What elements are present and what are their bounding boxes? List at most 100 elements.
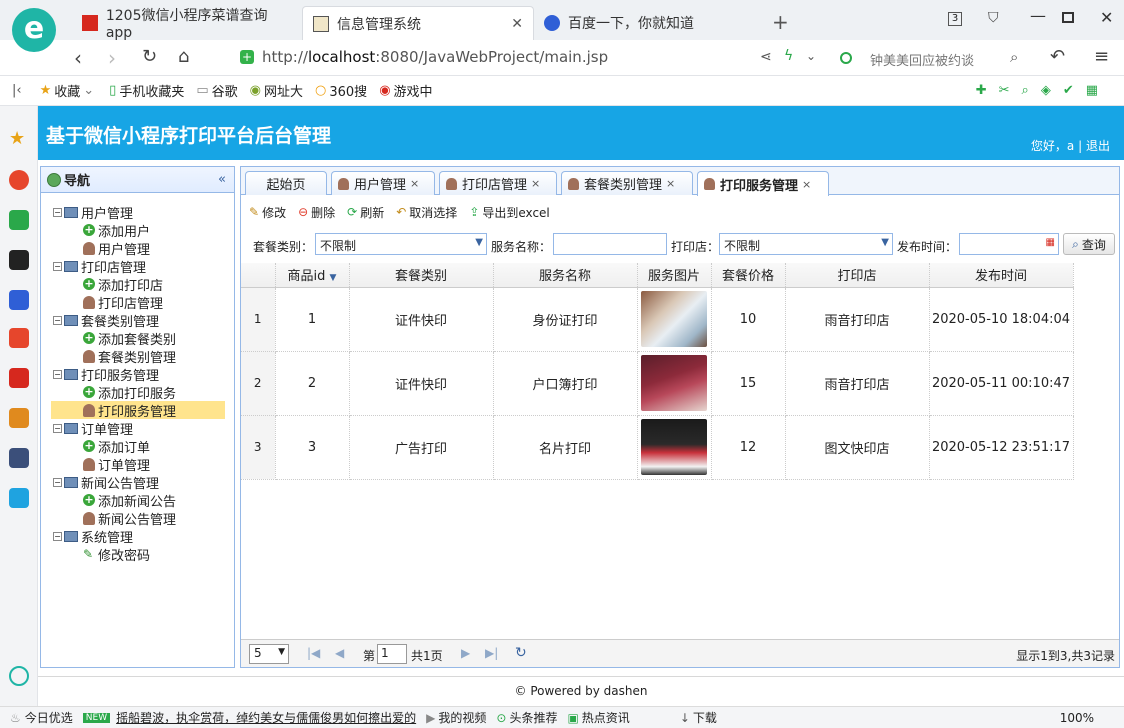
nav-group[interactable]: − 用户管理 xyxy=(53,203,133,222)
tab-users[interactable]: 用户管理 × xyxy=(331,171,435,195)
minimize-icon[interactable]: — xyxy=(1030,6,1046,25)
column-header[interactable]: 服务名称 xyxy=(493,263,638,288)
url-field[interactable]: http://localhost:8080/JavaWebProject/mai… xyxy=(262,48,608,66)
browser-logo-icon[interactable]: e xyxy=(12,8,56,52)
nav-item[interactable]: 订单管理 xyxy=(51,455,150,474)
collapse-toggle-icon[interactable]: − xyxy=(53,261,62,271)
column-header[interactable]: 发布时间 xyxy=(929,263,1074,288)
logout-link[interactable]: 退出 xyxy=(1086,139,1110,153)
nav-item[interactable]: 套餐类别管理 xyxy=(51,347,176,366)
p-app-icon[interactable] xyxy=(9,488,29,508)
page-size-select[interactable]: 5 ▼ xyxy=(249,644,289,664)
zoom-level[interactable]: 100% xyxy=(1060,711,1094,725)
name-input[interactable] xyxy=(553,233,667,255)
castle-icon[interactable] xyxy=(9,448,29,468)
nav-group[interactable]: − 打印服务管理 xyxy=(53,365,159,384)
close-icon[interactable]: × xyxy=(666,177,675,190)
news-icon[interactable] xyxy=(9,250,29,270)
nav-item[interactable]: + 添加打印服务 xyxy=(51,383,176,402)
bookmark-games[interactable]: ◉ 游戏中 xyxy=(379,81,432,100)
page-number-input[interactable]: 1 xyxy=(377,644,407,664)
undo-icon[interactable]: ↶ xyxy=(1050,46,1065,67)
novel-icon[interactable] xyxy=(9,328,29,348)
download[interactable]: ↓ 下载 xyxy=(680,709,717,726)
table-row[interactable]: 2 2 证件快印 户口簿打印 15 雨音打印店 2020-05-11 00:10… xyxy=(241,351,1074,416)
delete-button[interactable]: ⊖ 删除 xyxy=(298,204,335,221)
weibo-icon[interactable] xyxy=(9,170,29,190)
nav-item[interactable]: + 添加新闻公告 xyxy=(51,491,176,510)
tab-home[interactable]: 起始页 xyxy=(245,171,327,195)
nav-item[interactable]: ✎ 修改密码 xyxy=(51,545,150,564)
nav-group[interactable]: − 系统管理 xyxy=(53,527,133,546)
redbook-icon[interactable] xyxy=(9,368,29,388)
reload-icon[interactable]: ↻ xyxy=(515,645,527,661)
skin-icon[interactable]: ⛉ xyxy=(988,10,999,26)
tab-count-badge[interactable]: 3 xyxy=(948,12,962,26)
search-button[interactable]: ⌕ 查询 xyxy=(1063,233,1115,255)
shop-select[interactable]: 不限制 ▼ xyxy=(719,233,893,255)
forward-icon[interactable]: › xyxy=(108,46,116,70)
table-row[interactable]: 1 1 证件快印 身份证打印 10 雨音打印店 2020-05-10 18:04… xyxy=(241,287,1074,352)
nav-item[interactable]: 用户管理 xyxy=(51,239,150,258)
back-icon[interactable]: ‹ xyxy=(74,46,82,70)
tab-print-services[interactable]: 打印服务管理 × xyxy=(697,171,829,196)
time-input[interactable]: ▦ xyxy=(959,233,1059,255)
tab-categories[interactable]: 套餐类别管理 × xyxy=(561,171,693,195)
nav-group[interactable]: − 打印店管理 xyxy=(53,257,146,276)
maximize-icon[interactable] xyxy=(1062,12,1074,23)
toutiao[interactable]: ⊙ 头条推荐 xyxy=(496,709,557,726)
sidebar-toggle-icon[interactable]: |‹ xyxy=(12,83,22,98)
collapse-toggle-icon[interactable]: − xyxy=(53,423,62,433)
nav-group[interactable]: − 套餐类别管理 xyxy=(53,311,159,330)
news-label[interactable]: ♨ 今日优选 xyxy=(10,709,73,726)
bookmark-360[interactable]: ○ 360搜 xyxy=(315,81,367,100)
share-icon[interactable]: ⋖ xyxy=(760,49,772,65)
export-button[interactable]: ⇪ 导出到excel xyxy=(469,204,549,221)
nav-item[interactable]: 新闻公告管理 xyxy=(51,509,176,528)
chevron-down-icon[interactable]: ⌄ xyxy=(806,49,816,63)
refresh-button[interactable]: ⟳ 刷新 xyxy=(347,204,384,221)
nav-group[interactable]: − 新闻公告管理 xyxy=(53,473,159,492)
close-window-icon[interactable]: ✕ xyxy=(1100,8,1113,27)
plus-circle-icon[interactable] xyxy=(9,666,29,686)
column-header[interactable]: 套餐价格 xyxy=(711,263,786,288)
first-page-icon[interactable]: |◀ xyxy=(307,646,320,660)
my-video[interactable]: ▶ 我的视频 xyxy=(426,709,486,726)
game-icon[interactable] xyxy=(9,408,29,428)
browser-tab-3[interactable]: 百度一下，你就知道 xyxy=(534,6,756,40)
column-header[interactable]: 服务图片 xyxy=(637,263,712,288)
table-row[interactable]: 3 3 广告打印 名片打印 12 图文快印店 2020-05-12 23:51:… xyxy=(241,415,1074,480)
bookmark-sites[interactable]: ◉ 网址大 xyxy=(250,81,303,100)
collapse-toggle-icon[interactable]: − xyxy=(53,207,62,217)
deselect-button[interactable]: ↶ 取消选择 xyxy=(396,204,457,221)
lightning-icon[interactable]: ϟ xyxy=(784,48,793,64)
close-icon[interactable]: × xyxy=(802,178,811,191)
close-icon[interactable]: × xyxy=(531,177,540,190)
search-icon[interactable]: ⌕ xyxy=(1010,48,1018,66)
hot-news[interactable]: ▣ 热点资讯 xyxy=(567,709,629,726)
browser-tab-1[interactable]: 1205微信小程序菜谱查询app xyxy=(72,6,302,41)
collapse-toggle-icon[interactable]: − xyxy=(53,369,62,379)
search-engine-icon[interactable] xyxy=(840,52,852,64)
reload-icon[interactable]: ↻ xyxy=(142,46,157,67)
headline-link[interactable]: 摇船碧波，执伞赏荷，绰约美女与儒儒俊男如何擦出爱的 xyxy=(116,709,416,726)
nav-item[interactable]: + 添加用户 xyxy=(51,221,150,240)
browser-tab-2[interactable]: 信息管理系统 ✕ xyxy=(302,6,534,40)
prev-page-icon[interactable]: ◀ xyxy=(335,646,344,660)
nav-item[interactable]: + 添加套餐类别 xyxy=(51,329,176,348)
collapse-toggle-icon[interactable]: − xyxy=(53,531,62,541)
column-header[interactable]: 商品id ▼ xyxy=(275,263,350,288)
collapse-toggle-icon[interactable]: − xyxy=(53,477,62,487)
column-header[interactable]: 打印店 xyxy=(785,263,930,288)
word-icon[interactable] xyxy=(9,290,29,310)
close-icon[interactable]: × xyxy=(410,177,419,190)
tab-shops[interactable]: 打印店管理 × xyxy=(439,171,557,195)
bookmark-google[interactable]: ▭ 谷歌 xyxy=(196,81,237,100)
menu-icon[interactable]: ≡ xyxy=(1094,46,1109,67)
bookmark-favorites[interactable]: ★ 收藏 ⌄ xyxy=(40,81,98,100)
new-tab-icon[interactable]: + xyxy=(772,10,789,34)
last-page-icon[interactable]: ▶| xyxy=(485,646,498,660)
nav-group[interactable]: − 订单管理 xyxy=(53,419,133,438)
category-select[interactable]: 不限制 ▼ xyxy=(315,233,487,255)
nav-item[interactable]: + 添加订单 xyxy=(51,437,150,456)
